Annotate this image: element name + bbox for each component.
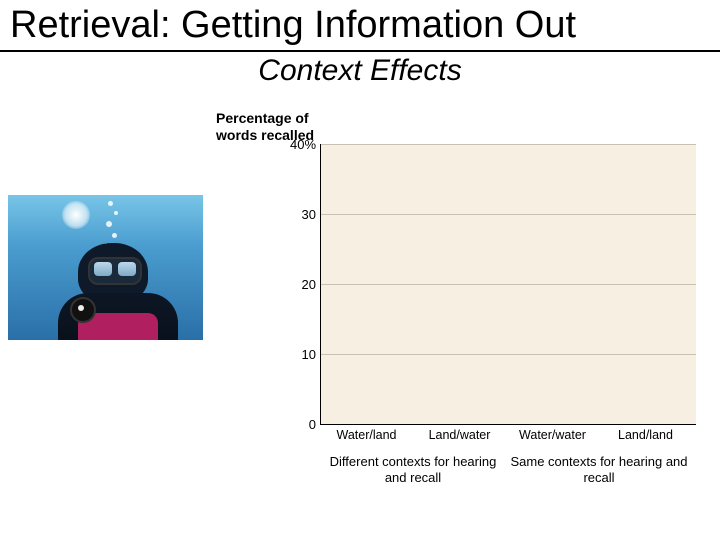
plot-area xyxy=(320,144,696,425)
regulator-icon xyxy=(70,297,96,323)
x-group-different: Different contexts for hearing and recal… xyxy=(320,454,506,487)
y-tick-30: 30 xyxy=(290,207,316,222)
x-cat-2: Water/water xyxy=(506,428,599,442)
gridline-10 xyxy=(321,354,696,355)
x-group-same: Same contexts for hearing and recall xyxy=(506,454,692,487)
diver-photo xyxy=(8,195,203,340)
y-tick-0: 0 xyxy=(290,417,316,432)
gridline-40 xyxy=(321,144,696,145)
x-cat-0: Water/land xyxy=(320,428,413,442)
y-tick-10: 10 xyxy=(290,347,316,362)
gridline-30 xyxy=(321,214,696,215)
slide-title: Retrieval: Getting Information Out xyxy=(10,4,710,47)
x-cat-3: Land/land xyxy=(599,428,692,442)
dive-mask-icon xyxy=(88,257,142,285)
y-tick-20: 20 xyxy=(290,277,316,292)
gridline-20 xyxy=(321,284,696,285)
sun-glare xyxy=(62,201,90,229)
title-underline xyxy=(0,50,720,52)
context-effects-chart: Percentage of words recalled 40% 30 20 1… xyxy=(210,104,710,504)
slide: Retrieval: Getting Information Out Conte… xyxy=(0,0,720,540)
slide-subtitle: Context Effects xyxy=(0,54,720,88)
x-cat-1: Land/water xyxy=(413,428,506,442)
y-tick-40: 40% xyxy=(290,137,316,152)
